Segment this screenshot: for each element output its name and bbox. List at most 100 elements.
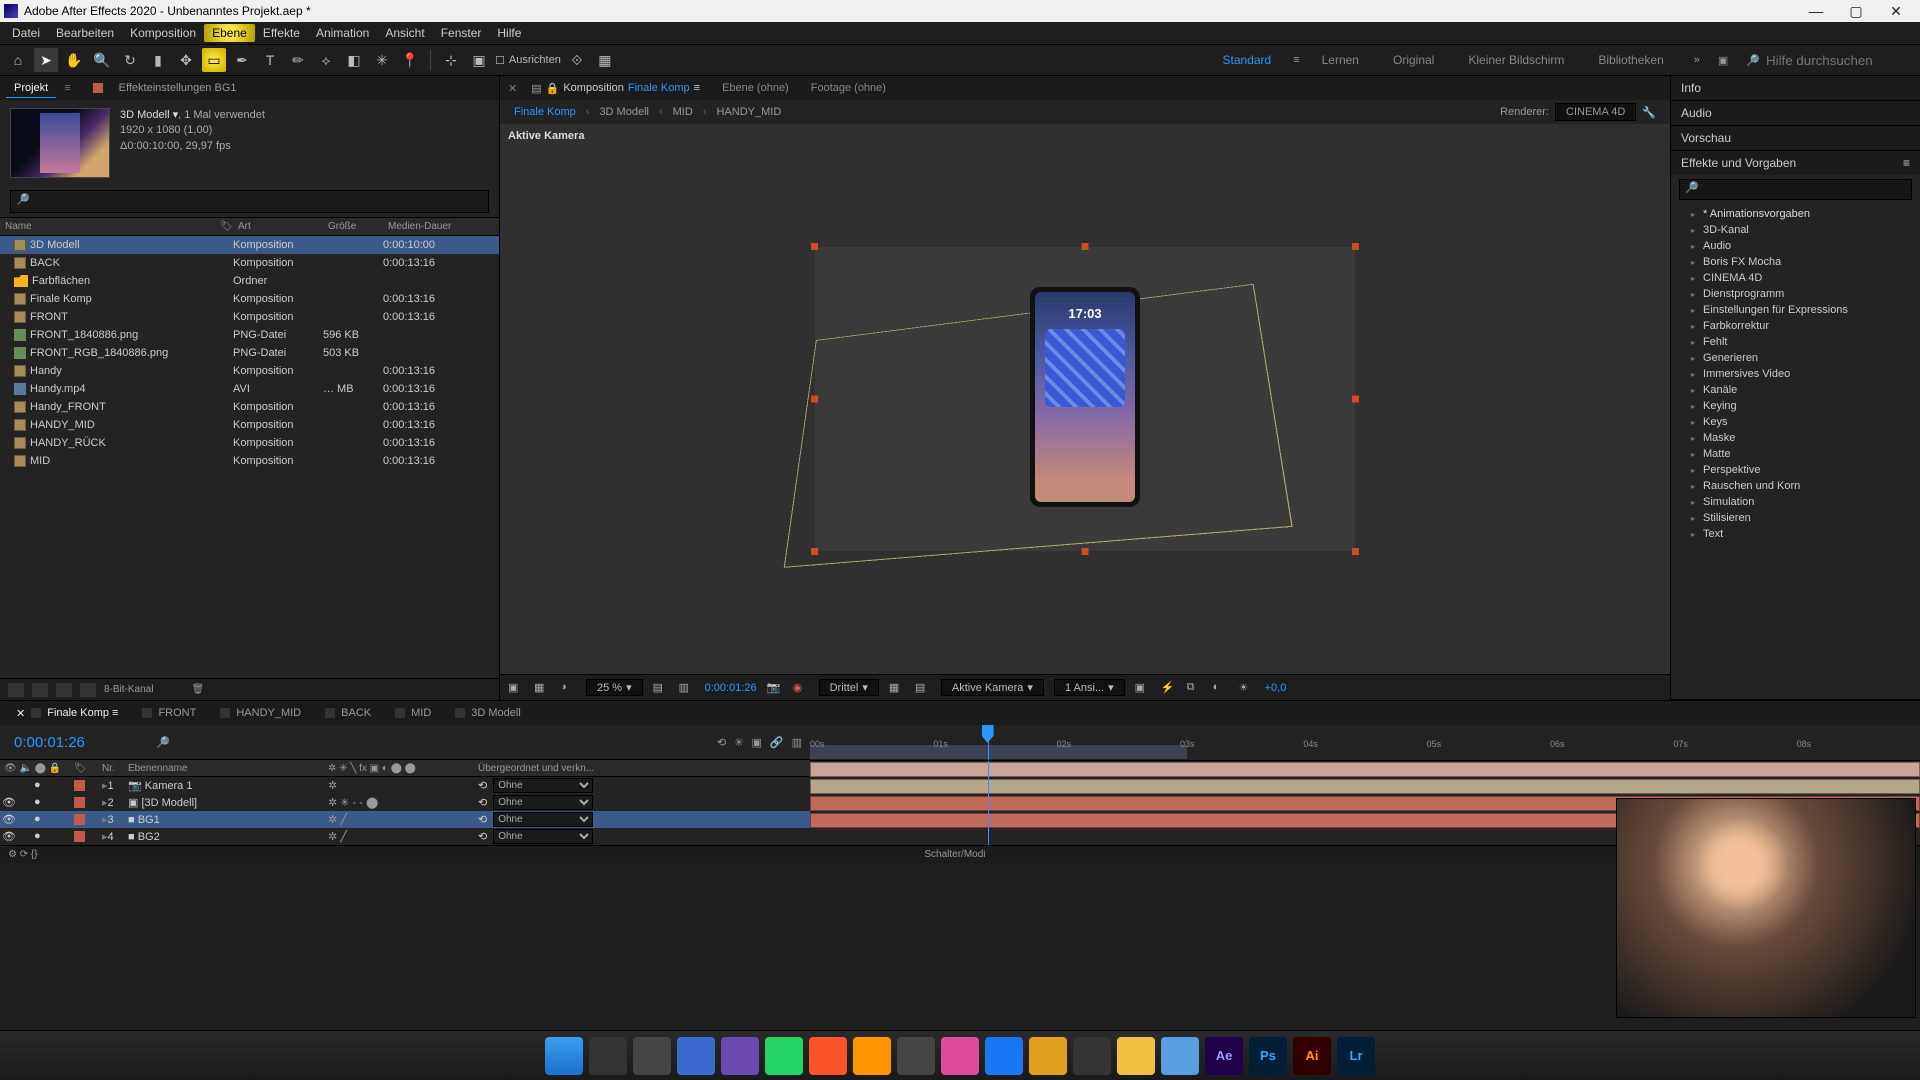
zoom-tool[interactable]: 🔍 [90, 48, 114, 72]
menu-ebene[interactable]: Ebene [204, 24, 255, 42]
taskbar-app-fe[interactable] [1117, 1037, 1155, 1075]
effect-category[interactable]: Boris FX Mocha [1671, 254, 1920, 270]
ruler-tick[interactable]: 00s [810, 739, 825, 749]
col-type[interactable]: Art [233, 218, 323, 235]
graph-editor-icon[interactable]: 🔗 [770, 736, 784, 749]
resolution-icon[interactable]: ▤ [653, 681, 669, 695]
ruler-tick[interactable]: 04s [1303, 739, 1318, 749]
effect-category[interactable]: Immersives Video [1671, 366, 1920, 382]
timeline-icon[interactable]: ⧉ [1187, 681, 1203, 695]
always-preview-icon[interactable]: ▣ [508, 681, 524, 695]
panel-audio[interactable]: Audio [1671, 101, 1920, 125]
tab-footage[interactable]: Footage (ohne) [803, 79, 894, 97]
layer-row[interactable]: 👁● ▸4 ■ BG2 ✲ ╱ ⟲ Ohne [0, 828, 810, 845]
toggle-switches-icon[interactable]: ⚙ ⟳ {} [8, 849, 38, 860]
help-search-input[interactable] [1766, 53, 1906, 68]
effects-search-input[interactable] [1679, 179, 1912, 200]
rect-tool[interactable]: ▭ [202, 48, 226, 72]
col-duration[interactable]: Medien-Dauer [383, 218, 473, 235]
taskbar-app-psi[interactable]: Ps [1249, 1037, 1287, 1075]
effect-category[interactable]: Simulation [1671, 494, 1920, 510]
exposure-reset-icon[interactable]: ☀ [1239, 681, 1255, 695]
anchor-tool[interactable]: ⊹ [439, 48, 463, 72]
timeline-tab[interactable]: MID [383, 704, 443, 722]
timeline-timecode[interactable]: 0:00:01:26 [14, 734, 136, 751]
timeline-tab[interactable]: ✕ Finale Komp ≡ [4, 704, 130, 723]
taskbar-app-lr[interactable]: Lr [1337, 1037, 1375, 1075]
timeline-tab[interactable]: HANDY_MID [208, 704, 313, 722]
type-tool[interactable]: T [258, 48, 282, 72]
ruler-tick[interactable]: 01s [933, 739, 948, 749]
eraser-tool[interactable]: ◧ [342, 48, 366, 72]
handle-mid-left[interactable] [811, 396, 818, 403]
project-item[interactable]: FRONT_RGB_1840886.png PNG-Datei 503 KB [0, 344, 499, 362]
workspace-libraries[interactable]: Bibliotheken [1586, 49, 1675, 71]
project-item[interactable]: Farbflächen Ordner [0, 272, 499, 290]
taskbar-app-win[interactable] [545, 1037, 583, 1075]
effect-category[interactable]: Stilisieren [1671, 510, 1920, 526]
taskbar-app-me[interactable] [941, 1037, 979, 1075]
taskbar-app-gh[interactable] [897, 1037, 935, 1075]
snap-option-icon[interactable]: ⟐ [565, 48, 589, 72]
taskbar-app-ai[interactable]: Ai [1293, 1037, 1331, 1075]
tab-layer[interactable]: Ebene (ohne) [714, 79, 797, 97]
taskbar-app-expl[interactable] [633, 1037, 671, 1075]
tab-effect-controls[interactable]: Effekteinstellungen BG1 [111, 79, 245, 97]
camera-dropdown[interactable]: Aktive Kamera ▾ [941, 679, 1044, 696]
effect-category[interactable]: Kanäle [1671, 382, 1920, 398]
layer-row[interactable]: ● ▸1 📷 Kamera 1 ✲ ⟲ Ohne [0, 777, 810, 794]
camera-tool[interactable]: ▮ [146, 48, 170, 72]
close-tab-icon[interactable]: ✕ [508, 82, 517, 95]
project-item[interactable]: 3D Modell Komposition 0:00:10:00 [0, 236, 499, 254]
interpret-footage-icon[interactable] [8, 683, 24, 697]
composition-canvas[interactable]: 17:03 [815, 247, 1355, 551]
handle-top-mid[interactable] [1082, 243, 1089, 250]
taskbar-app-app1[interactable] [677, 1037, 715, 1075]
project-item[interactable]: Handy_FRONT Komposition 0:00:13:16 [0, 398, 499, 416]
channel-icon[interactable]: ◉ [793, 681, 809, 695]
mask-icon[interactable]: ◑ [560, 681, 576, 695]
effect-category[interactable]: Generieren [1671, 350, 1920, 366]
comp-settings-icon[interactable]: 🔧 [1642, 106, 1656, 119]
timeline-search-icon[interactable]: 🔎 [156, 736, 170, 749]
taskbar-app-app2[interactable] [721, 1037, 759, 1075]
panel-menu-icon[interactable]: ≡ [1903, 156, 1910, 170]
col-size[interactable]: Größe [323, 218, 383, 235]
project-item[interactable]: Handy.mp4 AVI … MB 0:00:13:16 [0, 380, 499, 398]
trash-icon[interactable]: 🗑 [191, 684, 204, 695]
timeline-tab[interactable]: BACK [313, 704, 383, 722]
project-item[interactable]: FRONT_1840886.png PNG-Datei 596 KB [0, 326, 499, 344]
guides-icon[interactable]: ▦ [889, 681, 905, 695]
project-item[interactable]: Handy Komposition 0:00:13:16 [0, 362, 499, 380]
col-nr[interactable]: Nr. [102, 763, 128, 774]
panel-preview[interactable]: Vorschau [1671, 126, 1920, 150]
effect-category[interactable]: Farbkorrektur [1671, 318, 1920, 334]
ruler-tick[interactable]: 06s [1550, 739, 1565, 749]
pan-behind-tool[interactable]: ✥ [174, 48, 198, 72]
handle-top-left[interactable] [811, 243, 818, 250]
effect-category[interactable]: Dienstprogramm [1671, 286, 1920, 302]
project-settings-icon[interactable] [80, 683, 96, 697]
ruler-tick[interactable]: 02s [1057, 739, 1072, 749]
taskbar-app-ff[interactable] [853, 1037, 891, 1075]
close-button[interactable]: ✕ [1876, 0, 1916, 22]
taskbar-app-wa[interactable] [765, 1037, 803, 1075]
breadcrumb-2[interactable]: MID [673, 106, 693, 118]
effect-category[interactable]: Matte [1671, 446, 1920, 462]
workspace-small[interactable]: Kleiner Bildschirm [1456, 49, 1576, 71]
timeline-tab[interactable]: FRONT [130, 704, 208, 722]
panel-toggle-icon[interactable]: ▣ [1718, 54, 1728, 67]
taskbar-app-np[interactable] [1161, 1037, 1199, 1075]
col-parent[interactable]: Übergeordnet und verkn... [478, 763, 810, 774]
menu-effekte[interactable]: Effekte [255, 24, 308, 42]
effect-category[interactable]: * Animationsvorgaben [1671, 206, 1920, 222]
tab-project[interactable]: Projekt [6, 79, 56, 98]
menu-animation[interactable]: Animation [308, 24, 377, 42]
orbit-tool[interactable]: ↻ [118, 48, 142, 72]
layer-row[interactable]: 👁● ▸2 ▣ [3D Modell] ✲ ✳ - - ⬤ ⟲ Ohne [0, 794, 810, 811]
grid-icon[interactable]: ▤ [915, 681, 931, 695]
effect-category[interactable]: Keying [1671, 398, 1920, 414]
panel-info[interactable]: Info [1671, 76, 1920, 100]
clone-tool[interactable]: ⟡ [314, 48, 338, 72]
handle-bot-right[interactable] [1352, 548, 1359, 555]
